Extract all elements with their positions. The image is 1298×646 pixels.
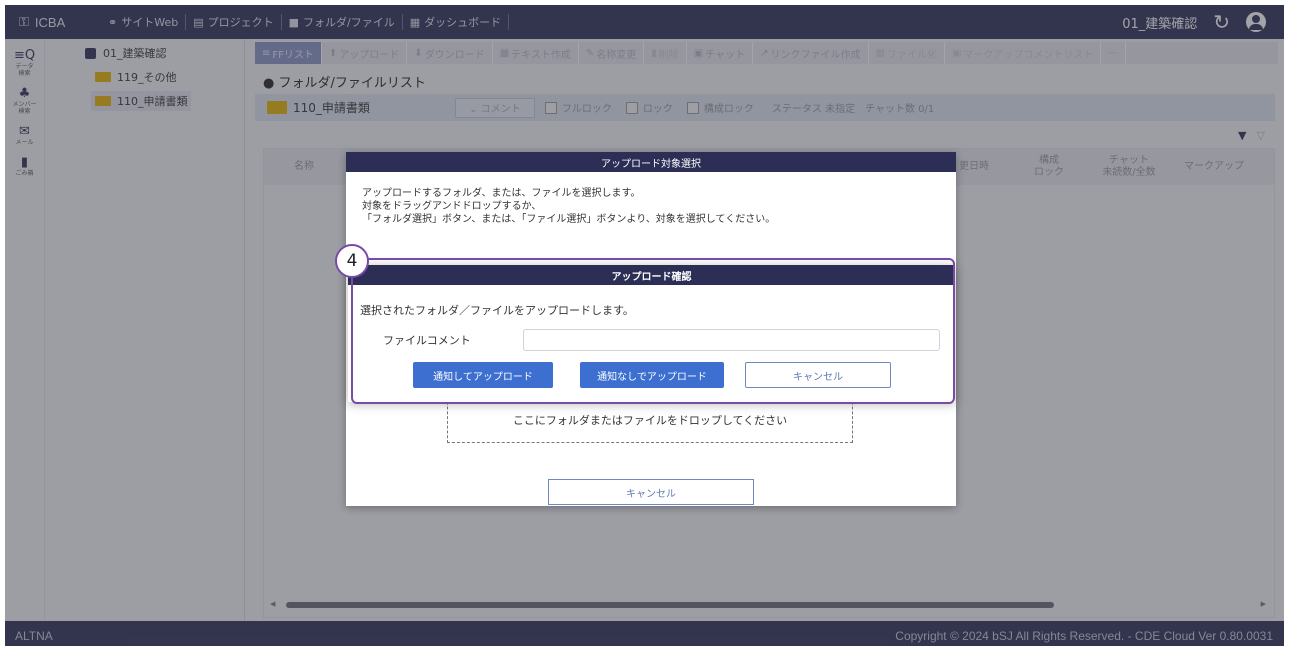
- drop-zone[interactable]: ここにフォルダまたはファイルをドロップしてください: [447, 397, 853, 443]
- silent-upload-button[interactable]: 通知なしでアップロード: [580, 362, 724, 388]
- cancel-button[interactable]: キャンセル: [745, 362, 891, 388]
- instruction-line: アップロードするフォルダ、または、ファイルを選択します。: [362, 188, 641, 199]
- instruction-line: 「フォルダ選択」ボタン、または、「ファイル選択」ボタンより、対象を選択してくださ…: [362, 214, 776, 225]
- drop-zone-text: ここにフォルダまたはファイルをドロップしてください: [512, 413, 788, 427]
- notify-upload-button[interactable]: 通知してアップロード: [413, 362, 553, 388]
- app-window: ⚿ ICBA ⚭ サイトWeb ▤ プロジェクト ■ フォルダ/ファイル ▦ ダ…: [5, 5, 1284, 646]
- cancel-button[interactable]: キャンセル: [548, 479, 754, 505]
- modal-instructions: アップロードするフォルダ、または、ファイルを選択します。 対象をドラッグアンドド…: [346, 172, 956, 241]
- instruction-line: 対象をドラッグアンドドロップするか、: [362, 201, 542, 212]
- confirm-message: 選択されたフォルダ／ファイルをアップロードします。: [360, 304, 634, 317]
- file-comment-input[interactable]: [523, 329, 940, 351]
- upload-confirm-modal: アップロード確認 選択されたフォルダ／ファイルをアップロードします。 ファイルコ…: [348, 265, 955, 402]
- modal-title: アップロード対象選択: [346, 152, 956, 172]
- step-number-badge: 4: [335, 244, 369, 278]
- file-comment-label: ファイルコメント: [383, 334, 471, 347]
- modal-title: アップロード確認: [348, 265, 955, 285]
